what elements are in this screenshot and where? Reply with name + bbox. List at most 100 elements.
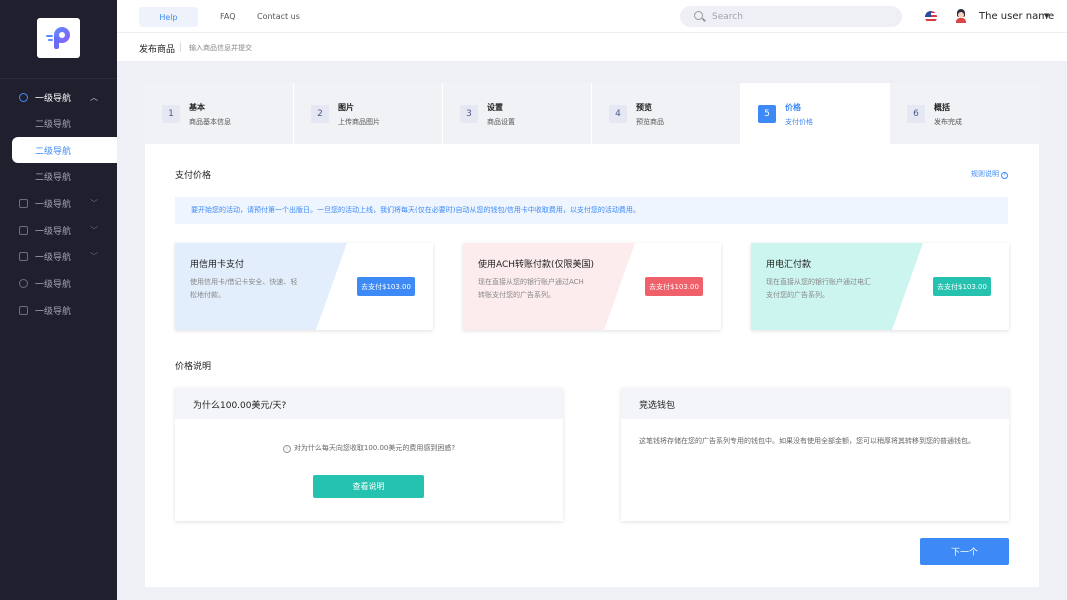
pay-credit-button[interactable]: 去支付$103.00 (357, 277, 415, 296)
page-title: 发布商品 (139, 45, 176, 55)
main-panel: 支付价格 规则说明? 要开始您的活动，请预付第一个出版日。一旦您的活动上线，我们… (145, 144, 1039, 587)
pay-card-title: 用电汇付款 (766, 260, 812, 270)
sidebar-subitem-2-active[interactable]: 二级导航 (12, 137, 117, 163)
step-number: 5 (758, 105, 776, 123)
sidebar-subitem-3[interactable]: 二级导航 (0, 163, 117, 189)
sidebar-item-nav-1[interactable]: 一级导航 ︿ (0, 84, 117, 110)
pay-card-title: 使用ACH转账付款(仅限美国) (478, 260, 595, 270)
step-title: 设置 (487, 103, 503, 112)
grid-icon (19, 225, 28, 235)
warning-icon (19, 305, 28, 315)
step-6[interactable]: 6 概括 发布完成 (890, 83, 1039, 144)
step-2[interactable]: 2 图片 上传商品图片 (294, 83, 443, 144)
rules-link-label: 规则说明 (971, 170, 999, 178)
sidebar-subitem-label: 二级导航 (35, 146, 72, 157)
step-subtitle: 商品基本信息 (189, 118, 231, 126)
sidebar: 一级导航 ︿ 二级导航 二级导航 二级导航 一级导航 ﹀ 一级导航 ﹀ 一级导航… (0, 0, 117, 600)
card-header: 为什么100.00美元/天? (175, 388, 563, 419)
pay-wire-button[interactable]: 去支付$103.00 (933, 277, 991, 296)
caret-down-icon[interactable]: ▼ (1044, 12, 1049, 20)
page-subtitle: 输入商品信息并提交 (189, 44, 252, 52)
next-button[interactable]: 下一个 (920, 538, 1009, 565)
step-3[interactable]: 3 设置 商品设置 (443, 83, 592, 144)
help-tab[interactable]: Help (139, 7, 198, 27)
step-subtitle: 预览商品 (636, 118, 664, 126)
sidebar-item-label: 一级导航 (35, 306, 72, 317)
step-5-active[interactable]: 5 价格 支付价格 (741, 83, 890, 145)
price-question: i 对为什么每天向您收取100.00美元的费用感到困惑? (175, 443, 563, 453)
sidebar-subitem-label: 二级导航 (35, 172, 72, 183)
pay-card-wire: 用电汇付款 现在直接从您的银行账户通过电汇支付您的广告系列。 去支付$103.0… (751, 243, 1009, 330)
search-input[interactable] (712, 9, 892, 24)
rules-link[interactable]: 规则说明? (971, 169, 1008, 179)
top-header: Help FAQ Contact us The user name ▼ (117, 0, 1067, 33)
sidebar-item-nav-4[interactable]: 一级导航 ﹀ (0, 243, 117, 269)
pay-card-credit: 用信用卡支付 使用信用卡/借记卡安全、快速、轻松地付款。 去支付$103.00 (175, 243, 433, 330)
sidebar-item-label: 一级导航 (35, 93, 72, 104)
step-number: 3 (460, 105, 478, 123)
check-circle-icon (19, 278, 28, 288)
sidebar-item-label: 一级导航 (35, 279, 72, 290)
step-title: 图片 (338, 103, 354, 112)
avatar[interactable] (955, 9, 967, 24)
sidebar-item-label: 一级导航 (35, 199, 72, 210)
step-number: 2 (311, 105, 329, 123)
step-title: 概括 (934, 103, 950, 112)
pay-card-desc: 现在直接从您的银行账户通过电汇支付您的广告系列。 (766, 278, 871, 299)
logo-icon (45, 25, 72, 51)
step-title: 基本 (189, 103, 205, 112)
pay-section-title: 支付价格 (175, 171, 212, 181)
sidebar-item-nav-6[interactable]: 一级导航 (0, 297, 117, 323)
sidebar-item-label: 一级导航 (35, 252, 72, 263)
chevron-down-icon: ﹀ (90, 251, 98, 261)
table-icon (19, 251, 28, 261)
sidebar-item-nav-2[interactable]: 一级导航 ﹀ (0, 190, 117, 216)
contact-link[interactable]: Contact us (257, 12, 300, 21)
why-price-card: 为什么100.00美元/天? i 对为什么每天向您收取100.00美元的费用感到困… (175, 388, 563, 521)
help-circle-icon: ? (1001, 172, 1008, 179)
step-subtitle: 支付价格 (785, 118, 813, 126)
campaign-wallet-card: 竞选钱包 这笔钱将存储在您的广告系列专用的钱包中。如果没有使用全部金额，您可以稍… (621, 388, 1009, 521)
step-number: 1 (162, 105, 180, 123)
app-logo[interactable] (37, 18, 80, 58)
card-title: 为什么100.00美元/天? (193, 401, 287, 411)
price-section-title: 价格说明 (175, 362, 212, 372)
card-title: 竞选钱包 (639, 401, 676, 411)
pay-card-desc: 现在直接从您的银行账户通过ACH转账支付您的广告系列。 (478, 278, 584, 299)
step-subtitle: 发布完成 (934, 118, 962, 126)
price-question-text: 对为什么每天向您收取100.00美元的费用感到困惑? (293, 444, 456, 452)
step-number: 4 (609, 105, 627, 123)
sidebar-item-nav-5[interactable]: 一级导航 (0, 270, 117, 296)
chevron-down-icon: ﹀ (90, 225, 98, 235)
sidebar-item-label: 一级导航 (35, 226, 72, 237)
faq-link[interactable]: FAQ (220, 12, 236, 21)
view-explanation-button[interactable]: 查看说明 (313, 475, 424, 498)
title-divider (180, 42, 181, 52)
sidebar-item-nav-3[interactable]: 一级导航 ﹀ (0, 217, 117, 243)
step-subtitle: 上传商品图片 (338, 118, 380, 126)
edit-icon (19, 198, 28, 208)
chevron-down-icon: ﹀ (90, 198, 98, 208)
step-subtitle: 商品设置 (487, 118, 515, 126)
sidebar-subitem-1[interactable]: 二级导航 (0, 110, 117, 136)
sidebar-divider (0, 78, 117, 79)
step-4[interactable]: 4 预览 预览商品 (592, 83, 741, 144)
pay-ach-button[interactable]: 去支付$103.00 (645, 277, 703, 296)
user-name[interactable]: The user name (979, 11, 1054, 22)
step-number: 6 (907, 105, 925, 123)
sidebar-subitem-label: 二级导航 (35, 119, 72, 130)
chevron-up-icon: ︿ (90, 92, 98, 102)
us-flag-icon[interactable] (925, 11, 937, 23)
step-1[interactable]: 1 基本 商品基本信息 (145, 83, 294, 144)
pay-card-ach: 使用ACH转账付款(仅限美国) 现在直接从您的银行账户通过ACH转账支付您的广告… (463, 243, 721, 330)
search-icon (694, 11, 703, 20)
info-icon: i (282, 445, 291, 453)
step-title: 预览 (636, 103, 652, 112)
step-title: 价格 (785, 103, 801, 112)
nav-circle-icon (19, 92, 28, 102)
notice-banner: 要开始您的活动，请预付第一个出版日。一旦您的活动上线，我们将每天(仅在必要时)自… (175, 197, 1008, 224)
search-box (680, 6, 902, 27)
card-header: 竞选钱包 (621, 388, 1009, 419)
pay-card-desc: 使用信用卡/借记卡安全、快速、轻松地付款。 (190, 278, 298, 299)
step-progress: 1 基本 商品基本信息 2 图片 上传商品图片 3 设置 商品设置 4 预览 预… (145, 83, 1039, 145)
